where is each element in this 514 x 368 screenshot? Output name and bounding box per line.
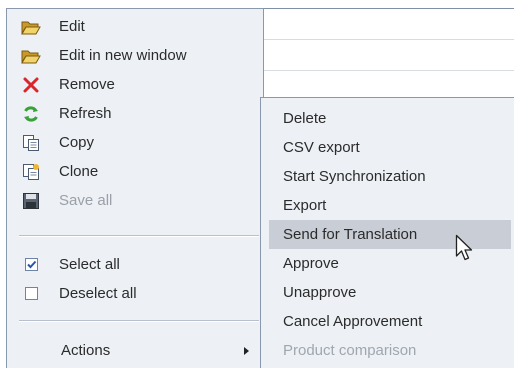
menu-item-label: Clone [59,163,99,180]
menu-item-label: Edit [59,18,85,35]
menu-item-label: Copy [59,134,95,151]
actions-submenu: Delete CSV export Start Synchronization … [260,97,514,368]
menu-item-save-all[interactable]: Save all [7,186,263,215]
submenu-item-delete[interactable]: Delete [269,104,511,133]
submenu-item-label: Start Synchronization [283,168,426,185]
checkbox-unchecked-icon[interactable] [21,284,41,304]
submenu-item-label: CSV export [283,139,360,156]
submenu-item-label: Export [283,197,327,214]
menu-item-deselect-all[interactable]: Deselect all [7,279,263,308]
menu-item-label: Save all [59,192,113,209]
menu-item-actions[interactable]: Actions [7,336,263,365]
submenu-item-label: Delete [283,110,327,127]
submenu-item-start-synchronization[interactable]: Start Synchronization [269,162,511,191]
table-row[interactable] [260,40,514,71]
folder-open-icon [21,17,41,37]
submenu-item-label: Product comparison [283,342,417,359]
checkbox-checked-icon[interactable] [21,255,41,275]
menu-item-select-all[interactable]: Select all [7,250,263,279]
menu-item-clone[interactable]: Clone [7,157,263,186]
submenu-item-product-comparison[interactable]: Product comparison [269,336,511,365]
menu-separator [19,320,259,322]
menu-item-label: Deselect all [59,285,137,302]
submenu-item-send-for-translation[interactable]: Send for Translation [269,220,511,249]
table-row[interactable] [260,8,514,40]
submenu-item-csv-export[interactable]: CSV export [269,133,511,162]
refresh-icon [21,104,41,124]
menu-item-label: Actions [61,342,111,359]
menu-separator [19,235,259,237]
submenu-item-label: Unapprove [283,284,357,301]
menu-item-label: Remove [59,76,115,93]
menu-item-remove[interactable]: Remove [7,70,263,99]
menu-item-edit[interactable]: Edit [7,12,263,41]
submenu-item-export[interactable]: Export [269,191,511,220]
submenu-item-approve[interactable]: Approve [269,249,511,278]
menu-item-label: Edit in new window [59,47,187,64]
context-menu: Edit Edit in new window Remove Refresh C… [6,8,264,368]
copy-icon [21,133,41,153]
mouse-cursor-icon [455,234,473,266]
menu-item-copy[interactable]: Copy [7,128,263,157]
submenu-item-label: Send for Translation [283,226,418,243]
submenu-item-label: Cancel Approvement [283,313,423,330]
background-table [260,8,514,103]
menu-item-label: Select all [59,256,120,273]
folder-open-icon [21,46,41,66]
save-icon [21,191,41,211]
submenu-item-label: Approve [283,255,339,272]
red-x-icon [21,75,41,95]
clone-icon [21,162,41,182]
submenu-item-cancel-approvement[interactable]: Cancel Approvement [269,307,511,336]
submenu-arrow-icon [244,347,249,355]
menu-item-edit-in-new-window[interactable]: Edit in new window [7,41,263,70]
menu-item-refresh[interactable]: Refresh [7,99,263,128]
submenu-item-unapprove[interactable]: Unapprove [269,278,511,307]
menu-item-label: Refresh [59,105,112,122]
